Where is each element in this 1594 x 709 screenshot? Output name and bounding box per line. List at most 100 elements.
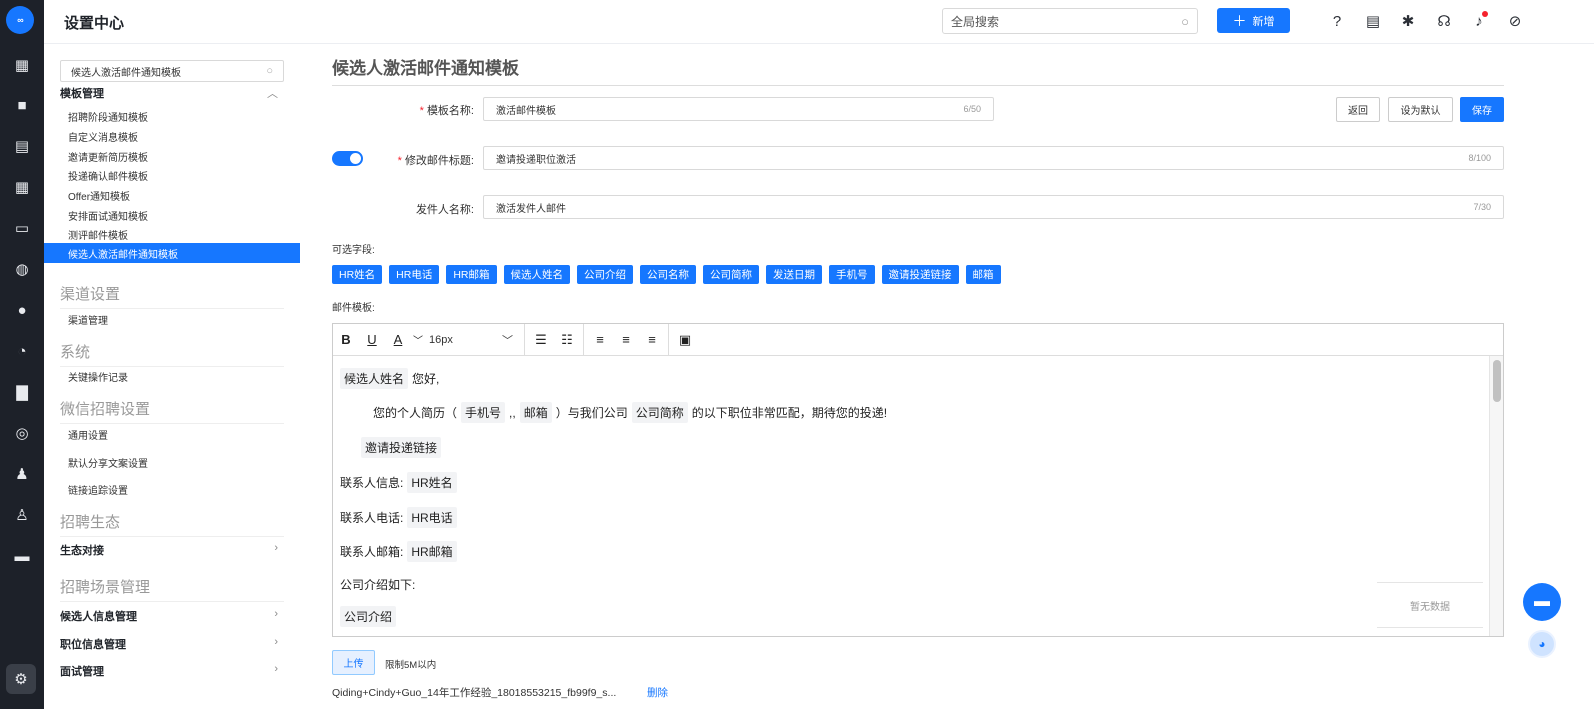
editor-body[interactable]: 候选人姓名 您好, 您的个人简历（ 手机号,, 邮箱 ）与我们公司 公司简称 的以下职位非常… xyxy=(333,356,1503,636)
compass-icon[interactable]: ◎ xyxy=(0,420,44,446)
chevron-down-icon[interactable]: ﹀ xyxy=(411,324,425,356)
sidebar-item[interactable]: 安排面试通知模板 xyxy=(68,208,148,223)
chevron-right-icon: › xyxy=(274,636,278,648)
sender-label: 发件人名称: xyxy=(415,204,474,216)
bullet-list-icon[interactable]: ☷ xyxy=(554,324,580,356)
save-button[interactable]: 保存 xyxy=(1460,97,1504,122)
pie-chart-icon[interactable]: ◔ xyxy=(0,338,44,364)
add-new-button[interactable]: ＋ 新增 xyxy=(1217,8,1290,33)
users-icon[interactable]: ♟ xyxy=(0,461,44,487)
field-chip: 邮箱 xyxy=(519,402,552,423)
sidebar-group[interactable]: 生态对接 › xyxy=(60,542,280,558)
field-chip: 公司介绍 xyxy=(340,606,397,627)
field-tags: HR姓名 HR电话 HR邮箱 候选人姓名 公司介绍 公司名称 公司简称 发送日期… xyxy=(332,265,1001,284)
add-new-label: 新增 xyxy=(1252,15,1275,28)
image-icon[interactable]: ▣ xyxy=(672,324,698,356)
user-add-icon[interactable]: ♙ xyxy=(0,502,44,528)
field-tag[interactable]: 邮箱 xyxy=(965,265,1001,284)
sidebar-group-template[interactable]: 模板管理 ︿ xyxy=(60,85,280,101)
sidebar-section-title: 渠道设置 xyxy=(60,283,284,309)
briefcase-icon[interactable]: ■ xyxy=(0,92,44,118)
ordered-list-icon[interactable]: ☰ xyxy=(528,324,554,356)
message-icon[interactable]: ▬ xyxy=(0,543,44,569)
sidebar-item[interactable]: 邀请更新简历模板 xyxy=(68,149,148,164)
link-icon[interactable]: ⊘ xyxy=(1505,11,1525,31)
sidebar-section-title: 招聘场景管理 xyxy=(60,576,284,602)
scrollbar-thumb[interactable] xyxy=(1493,360,1501,402)
sidebar-item[interactable]: 自定义消息模板 xyxy=(68,129,138,144)
field-tag[interactable]: HR姓名 xyxy=(332,265,383,284)
set-default-button[interactable]: 设为默认 xyxy=(1388,97,1453,122)
assistant-robot-icon[interactable]: ◕ xyxy=(1528,630,1556,658)
field-tag[interactable]: 邀请投递链接 xyxy=(881,265,959,284)
field-tag[interactable]: 手机号 xyxy=(829,265,875,284)
sidebar-item[interactable]: 招聘阶段通知模板 xyxy=(68,109,148,124)
chevron-up-icon: ︿ xyxy=(267,88,278,100)
template-name-input[interactable]: 激活邮件模板 6/50 xyxy=(483,97,994,121)
editor-line: 联系人信息: HR姓名 xyxy=(340,472,457,493)
chat-fab-icon[interactable]: ▬ xyxy=(1523,583,1561,621)
align-right-icon[interactable]: ≡ xyxy=(639,324,665,356)
field-chip: 候选人姓名 xyxy=(340,368,409,389)
bar-chart-icon[interactable]: ▇ xyxy=(0,379,44,405)
page-header-title: 设置中心 xyxy=(64,15,125,32)
dashboard-icon[interactable]: ▦ xyxy=(0,52,44,78)
resume-icon[interactable]: ▤ xyxy=(0,133,44,159)
plugin-icon[interactable]: ✱ xyxy=(1398,11,1418,31)
doc-icon[interactable]: ▤ xyxy=(1363,11,1383,31)
global-search-input[interactable]: 全局搜索 ○ xyxy=(942,8,1198,34)
sidebar-group[interactable]: 面试管理 › xyxy=(60,663,280,679)
field-chip: 手机号 xyxy=(461,402,506,423)
sender-input[interactable]: 激活发件人邮件 7/30 xyxy=(483,195,1504,219)
editor-line: 您的个人简历（ 手机号,, 邮箱 ）与我们公司 公司简称 的以下职位非常匹配，期待您的投递… xyxy=(373,402,887,423)
sidebar-section-title: 招聘生态 xyxy=(60,511,284,537)
sidebar-group[interactable]: 职位信息管理 › xyxy=(60,636,280,652)
field-tag[interactable]: HR电话 xyxy=(389,265,440,284)
sidebar-item[interactable]: Offer通知模板 xyxy=(68,188,130,203)
help-icon[interactable]: ? xyxy=(1327,11,1347,31)
subject-input[interactable]: 邀请投递职位激活 8/100 xyxy=(483,146,1504,170)
field-chip: 公司简称 xyxy=(631,402,688,423)
editor-scrollbar[interactable] xyxy=(1489,356,1503,636)
editor-line: 联系人邮箱: HR邮箱 xyxy=(340,541,457,562)
editor-line: 公司介绍 xyxy=(340,606,397,627)
search-icon[interactable]: ○ xyxy=(266,65,273,77)
settings-icon[interactable]: ⚙ xyxy=(6,664,36,694)
idcard-icon[interactable]: ▭ xyxy=(0,215,44,241)
field-tag[interactable]: 公司介绍 xyxy=(577,265,634,284)
calendar-icon[interactable]: ▦ xyxy=(0,174,44,200)
app-logo[interactable]: ∞ xyxy=(6,6,34,34)
underline-icon[interactable]: U xyxy=(359,324,385,356)
sidebar-search-input[interactable]: 候选人激活邮件通知模板 ○ xyxy=(60,60,284,82)
notification-dot xyxy=(1482,11,1488,17)
sidebar-item[interactable]: 投递确认邮件模板 xyxy=(68,168,148,183)
sidebar-item[interactable]: 通用设置 xyxy=(68,427,108,442)
font-size-select[interactable]: 16px ﹀ xyxy=(425,332,521,348)
align-center-icon[interactable]: ≡ xyxy=(613,324,639,356)
chevron-right-icon: › xyxy=(274,542,278,554)
sidebar-item-active[interactable]: 候选人激活邮件通知模板 xyxy=(44,243,300,263)
field-tag[interactable]: 公司名称 xyxy=(640,265,697,284)
sidebar-item[interactable]: 链接追踪设置 xyxy=(68,482,128,497)
wechat-icon[interactable]: ◍ xyxy=(0,256,44,282)
upload-button[interactable]: 上传 xyxy=(332,650,375,675)
font-color-icon[interactable]: A xyxy=(385,324,411,356)
bold-icon[interactable]: B xyxy=(333,324,359,356)
sidebar-item[interactable]: 渠道管理 xyxy=(68,312,108,327)
back-button[interactable]: 返回 xyxy=(1336,97,1380,122)
field-tag[interactable]: 发送日期 xyxy=(766,265,823,284)
align-left-icon[interactable]: ≡ xyxy=(587,324,613,356)
field-tag[interactable]: HR邮箱 xyxy=(446,265,497,284)
bell-icon[interactable]: ♪ xyxy=(1469,11,1489,31)
support-icon[interactable]: ☊ xyxy=(1434,11,1454,31)
sidebar-item[interactable]: 关键操作记录 xyxy=(68,369,128,384)
search-icon[interactable]: ○ xyxy=(1181,14,1189,29)
delete-attachment-link[interactable]: 删除 xyxy=(647,685,668,700)
sidebar-item[interactable]: 默认分享文案设置 xyxy=(68,455,148,470)
field-tag[interactable]: 公司简称 xyxy=(703,265,760,284)
sidebar-item[interactable]: 测评邮件模板 xyxy=(68,227,128,242)
chevron-down-icon: ﹀ xyxy=(502,334,513,347)
like-icon[interactable]: ● xyxy=(0,297,44,323)
sidebar-group[interactable]: 候选人信息管理 › xyxy=(60,608,280,624)
field-tag[interactable]: 候选人姓名 xyxy=(503,265,571,284)
